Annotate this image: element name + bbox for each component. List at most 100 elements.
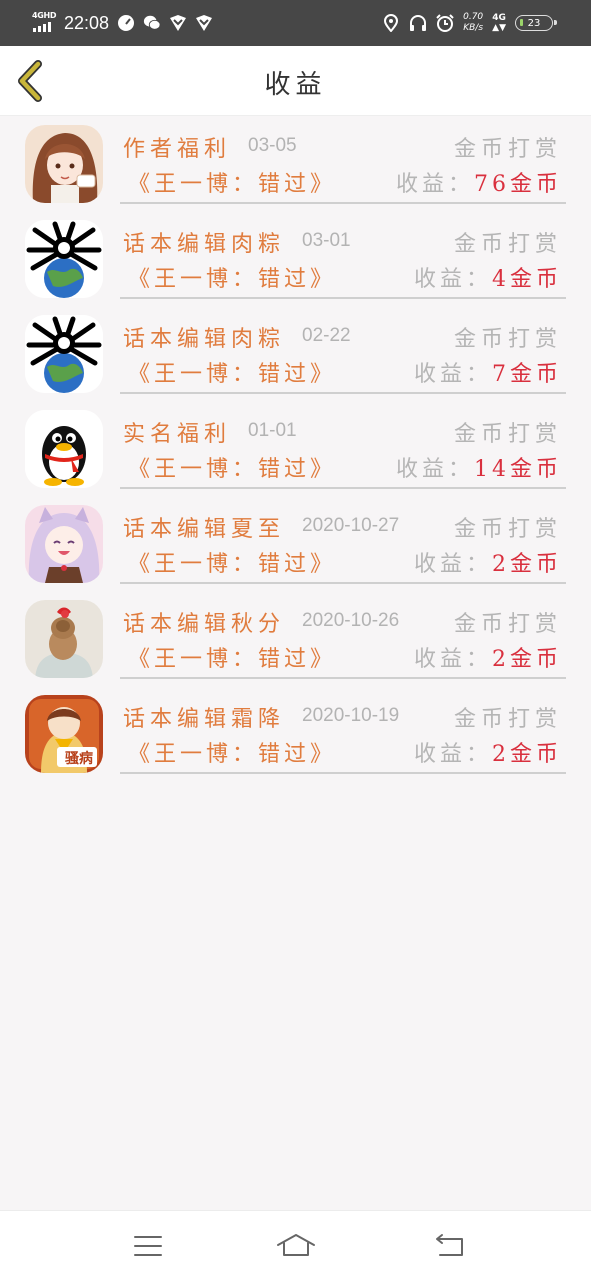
record-type: 金币打赏 <box>453 232 562 257</box>
record-type: 金币打赏 <box>453 327 562 352</box>
record-source: 实名福利 <box>123 422 232 447</box>
earning-label: 收益： <box>395 172 474 197</box>
record-date: 03-01 <box>302 230 351 251</box>
menu-icon <box>134 1236 162 1256</box>
alarm-icon <box>436 14 454 32</box>
earning-amount: 2金币 <box>492 647 562 672</box>
record-date: 2020-10-27 <box>302 515 400 536</box>
earnings-list: 作者福利 03-05 金币打赏 《王一博：错过》 收益：76金币 话本编辑肉粽 … <box>0 118 591 783</box>
record-source: 作者福利 <box>123 137 232 162</box>
earning-label: 收益： <box>413 552 492 577</box>
system-nav-bar <box>0 1210 591 1280</box>
record-type: 金币打赏 <box>453 612 562 637</box>
record-earning: 收益：2金币 <box>414 546 562 578</box>
record-book-title: 《王一博：错过》 <box>128 552 337 577</box>
record-book-title: 《王一博：错过》 <box>128 742 337 767</box>
earning-amount: 2金币 <box>492 552 562 577</box>
avatar-penguin <box>25 410 103 488</box>
cell-type-text: 4G <box>492 13 506 23</box>
network-label: 4GHD <box>32 11 57 20</box>
headphones-icon <box>409 14 427 32</box>
earning-label: 收益： <box>413 362 492 387</box>
avatar-earth-spider <box>25 315 103 393</box>
status-time: 22:08 <box>64 12 110 33</box>
earning-record[interactable]: 话本编辑秋分 2020-10-26 金币打赏 《王一博：错过》 收益：2金币 <box>0 593 591 688</box>
record-content: 实名福利 01-01 金币打赏 《王一博：错过》 收益：14金币 <box>120 403 566 489</box>
network-speed: 0.70 KB/s <box>463 12 483 34</box>
earning-label: 收益： <box>413 742 492 767</box>
avatar-hair-bun <box>25 600 103 678</box>
cell-type-label: 4G ▲▼ <box>492 13 506 33</box>
earning-label: 收益： <box>413 647 492 672</box>
record-content: 话本编辑肉粽 02-22 金币打赏 《王一博：错过》 收益：7金币 <box>120 308 566 394</box>
avatar-anime-sticker: 骚病 <box>25 695 103 773</box>
earning-amount: 4金币 <box>492 267 562 292</box>
speedometer-icon <box>117 14 135 32</box>
record-date: 03-05 <box>248 135 297 156</box>
record-content: 话本编辑秋分 2020-10-26 金币打赏 《王一博：错过》 收益：2金币 <box>120 593 566 679</box>
earning-record[interactable]: 话本编辑肉粽 02-22 金币打赏 《王一博：错过》 收益：7金币 <box>0 308 591 403</box>
notification-icon <box>169 14 187 32</box>
record-source: 话本编辑肉粽 <box>123 232 286 257</box>
earning-record[interactable]: 话本编辑肉粽 03-01 金币打赏 《王一博：错过》 收益：4金币 <box>0 213 591 308</box>
status-left-group: 4GHD 22:08 <box>32 9 213 37</box>
cell-signal-icon: 4GHD <box>32 11 57 34</box>
record-source: 话本编辑肉粽 <box>123 327 286 352</box>
record-type: 金币打赏 <box>453 707 562 732</box>
location-icon <box>382 14 400 32</box>
record-type: 金币打赏 <box>453 422 562 447</box>
record-earning: 收益：76金币 <box>396 166 562 198</box>
record-type: 金币打赏 <box>453 137 562 162</box>
record-content: 话本编辑霜降 2020-10-19 金币打赏 《王一博：错过》 收益：2金币 <box>120 688 566 774</box>
record-date: 2020-10-19 <box>302 705 400 726</box>
battery-icon: 23 <box>515 15 557 31</box>
home-button[interactable] <box>276 1231 316 1261</box>
home-icon <box>277 1234 315 1256</box>
record-content: 话本编辑肉粽 03-01 金币打赏 《王一博：错过》 收益：4金币 <box>120 213 566 299</box>
earning-record[interactable]: 话本编辑夏至 2020-10-27 金币打赏 《王一博：错过》 收益：2金币 <box>0 498 591 593</box>
record-content: 话本编辑夏至 2020-10-27 金币打赏 《王一博：错过》 收益：2金币 <box>120 498 566 584</box>
avatar-earth-spider <box>25 220 103 298</box>
battery-level: 23 <box>527 17 541 29</box>
back-nav-button[interactable] <box>432 1231 466 1261</box>
status-bar: 4GHD 22:08 0.70 KB/s 4G ▲▼ 23 <box>0 0 591 46</box>
record-book-title: 《王一博：错过》 <box>128 267 337 292</box>
earning-record[interactable]: 实名福利 01-01 金币打赏 《王一博：错过》 收益：14金币 <box>0 403 591 498</box>
page-title: 收益 <box>264 70 327 100</box>
earning-record[interactable]: 作者福利 03-05 金币打赏 《王一博：错过》 收益：76金币 <box>0 118 591 213</box>
earning-label: 收益： <box>413 267 492 292</box>
record-source: 话本编辑霜降 <box>123 707 286 732</box>
avatar-anime-catgirl <box>25 505 103 583</box>
earning-amount: 76金币 <box>474 172 562 197</box>
network-speed-value: 0.70 <box>463 12 484 22</box>
record-content: 作者福利 03-05 金币打赏 《王一博：错过》 收益：76金币 <box>120 118 566 204</box>
back-icon <box>436 1234 463 1256</box>
avatar-caption: 骚病 <box>65 751 93 767</box>
record-earning: 收益：4金币 <box>414 261 562 293</box>
record-source: 话本编辑秋分 <box>123 612 286 637</box>
record-earning: 收益：2金币 <box>414 736 562 768</box>
app-header: 收益 <box>0 46 591 116</box>
record-date: 01-01 <box>248 420 297 441</box>
record-date: 02-22 <box>302 325 351 346</box>
network-speed-unit: KB/s <box>463 23 484 33</box>
status-right-group: 0.70 KB/s 4G ▲▼ 23 <box>382 9 557 37</box>
record-book-title: 《王一博：错过》 <box>128 172 337 197</box>
avatar-anime-girl <box>25 125 103 203</box>
earning-record[interactable]: 骚病 话本编辑霜降 2020-10-19 金币打赏 《王一博：错过》 收益：2金… <box>0 688 591 783</box>
wechat-icon <box>143 14 161 32</box>
menu-button[interactable] <box>131 1231 165 1261</box>
record-book-title: 《王一博：错过》 <box>128 457 337 482</box>
earning-amount: 14金币 <box>474 457 562 482</box>
record-book-title: 《王一博：错过》 <box>128 362 337 387</box>
record-earning: 收益：2金币 <box>414 641 562 673</box>
notification-icon <box>195 14 213 32</box>
record-source: 话本编辑夏至 <box>123 517 286 542</box>
record-date: 2020-10-26 <box>302 610 400 631</box>
earning-label: 收益： <box>395 457 474 482</box>
earning-amount: 7金币 <box>492 362 562 387</box>
record-earning: 收益：14金币 <box>396 451 562 483</box>
record-book-title: 《王一博：错过》 <box>128 647 337 672</box>
record-earning: 收益：7金币 <box>414 356 562 388</box>
record-type: 金币打赏 <box>453 517 562 542</box>
